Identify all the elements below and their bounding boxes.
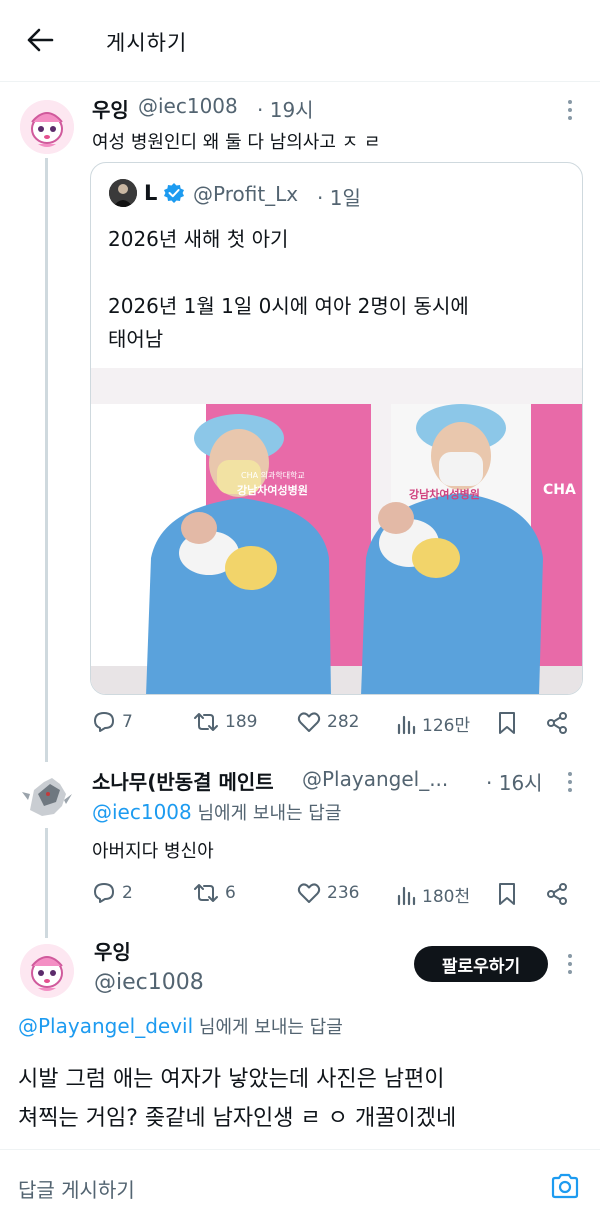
post-text: 여성 병원인디 왜 둘 다 남의사고 ㅈ ㄹ <box>92 132 381 153</box>
header-divider <box>0 81 600 82</box>
post-text: 아버지다 병신아 <box>92 841 214 862</box>
back-arrow-icon[interactable] <box>26 27 54 53</box>
photo-sign-left: 강남차여성병원 <box>237 484 308 497</box>
quoted-post-card[interactable]: L @Profit_Lx · 1일 2026년 새해 첫 아기 2026년 1월… <box>90 162 583 695</box>
post-text-line-2: 쳐찍는 거임? 좆같네 남자인생 ㄹ ㅇ 개꿀이겠네 <box>18 1106 457 1131</box>
reply-button[interactable]: 2 <box>92 882 133 904</box>
views-count: 180천 <box>422 887 471 907</box>
reply-to-suffix: 님에게 보내는 답글 <box>193 1017 343 1038</box>
like-button[interactable]: 236 <box>297 882 359 904</box>
reply-to-suffix: 님에게 보내는 답글 <box>191 803 342 824</box>
quote-photo[interactable]: CHA 의과학대학교 강남차여성병원 강남차여성병원 CHA <box>91 368 582 694</box>
reply-to-handle[interactable]: @iec1008 <box>92 800 192 824</box>
avatar[interactable] <box>20 770 74 824</box>
views-chart-icon <box>396 884 416 906</box>
like-button[interactable]: 282 <box>297 711 359 733</box>
photo-sign-small: CHA 의과학대학교 <box>241 471 305 480</box>
reply-to-handle[interactable]: @Playangel_devil <box>18 1014 193 1038</box>
avatar[interactable] <box>20 944 74 998</box>
photo-sign-right: 강남차여성병원 <box>409 488 480 501</box>
verified-badge-icon <box>163 182 185 204</box>
views-button[interactable]: 180천 <box>396 882 470 907</box>
page-title: 게시하기 <box>106 31 188 55</box>
author-name[interactable]: 우잉 <box>94 936 131 965</box>
more-options-icon[interactable] <box>567 954 573 974</box>
bookmark-icon[interactable] <box>497 882 517 906</box>
photo-logo: CHA <box>543 482 576 498</box>
camera-icon[interactable] <box>550 1172 580 1200</box>
repost-button[interactable]: 6 <box>193 882 236 904</box>
like-count: 282 <box>327 712 360 732</box>
post-time[interactable]: · 19시 <box>257 94 314 123</box>
quote-author-name[interactable]: L <box>144 181 157 205</box>
author-name[interactable]: 소나무(반동결 메인트 <box>92 766 274 795</box>
avatar[interactable] <box>20 100 74 154</box>
thread-line <box>45 828 48 938</box>
more-options-icon[interactable] <box>567 772 573 792</box>
reply-button[interactable]: 7 <box>92 711 133 733</box>
views-count: 126만 <box>422 716 471 736</box>
quote-avatar[interactable] <box>109 179 137 207</box>
heart-icon <box>297 882 321 904</box>
reply-count: 7 <box>122 712 133 732</box>
views-button[interactable]: 126만 <box>396 711 470 736</box>
follow-button[interactable]: 팔로우하기 <box>414 946 548 982</box>
repost-count: 6 <box>225 883 236 903</box>
more-options-icon[interactable] <box>567 100 573 120</box>
quote-time[interactable]: · 1일 <box>317 182 361 211</box>
quote-author-handle[interactable]: @Profit_Lx <box>193 182 298 206</box>
bookmark-icon[interactable] <box>497 711 517 735</box>
quote-line-1: 2026년 새해 첫 아기 <box>108 227 289 251</box>
repost-button[interactable]: 189 <box>193 711 257 733</box>
post-text-line-1: 시발 그럼 애는 여자가 낳았는데 사진은 남편이 <box>18 1067 445 1092</box>
share-icon[interactable] <box>545 882 569 906</box>
composer-divider <box>0 1149 600 1150</box>
thread-line <box>45 158 48 762</box>
author-handle[interactable]: @iec1008 <box>138 94 238 118</box>
heart-icon <box>297 711 321 733</box>
views-chart-icon <box>396 713 416 735</box>
reply-count: 2 <box>122 883 133 903</box>
author-name[interactable]: 우잉 <box>92 94 129 123</box>
repost-icon <box>193 882 219 904</box>
quote-line-2: 2026년 1월 1일 0시에 여아 2명이 동시에 <box>108 294 469 318</box>
post-time[interactable]: · 16시 <box>486 767 543 796</box>
like-count: 236 <box>327 883 360 903</box>
repost-count: 189 <box>225 712 258 732</box>
quote-line-3: 태어남 <box>108 327 164 351</box>
author-handle[interactable]: @Playangel_... <box>302 767 448 791</box>
reply-context: @iec1008 님에게 보내는 답글 <box>92 799 341 825</box>
share-icon[interactable] <box>545 711 569 735</box>
reply-context: @Playangel_devil 님에게 보내는 답글 <box>18 1013 343 1039</box>
reply-icon <box>92 711 116 733</box>
reply-icon <box>92 882 116 904</box>
reply-composer-input[interactable]: 답글 게시하기 <box>18 1174 135 1203</box>
repost-icon <box>193 711 219 733</box>
author-handle[interactable]: @iec1008 <box>94 970 204 995</box>
